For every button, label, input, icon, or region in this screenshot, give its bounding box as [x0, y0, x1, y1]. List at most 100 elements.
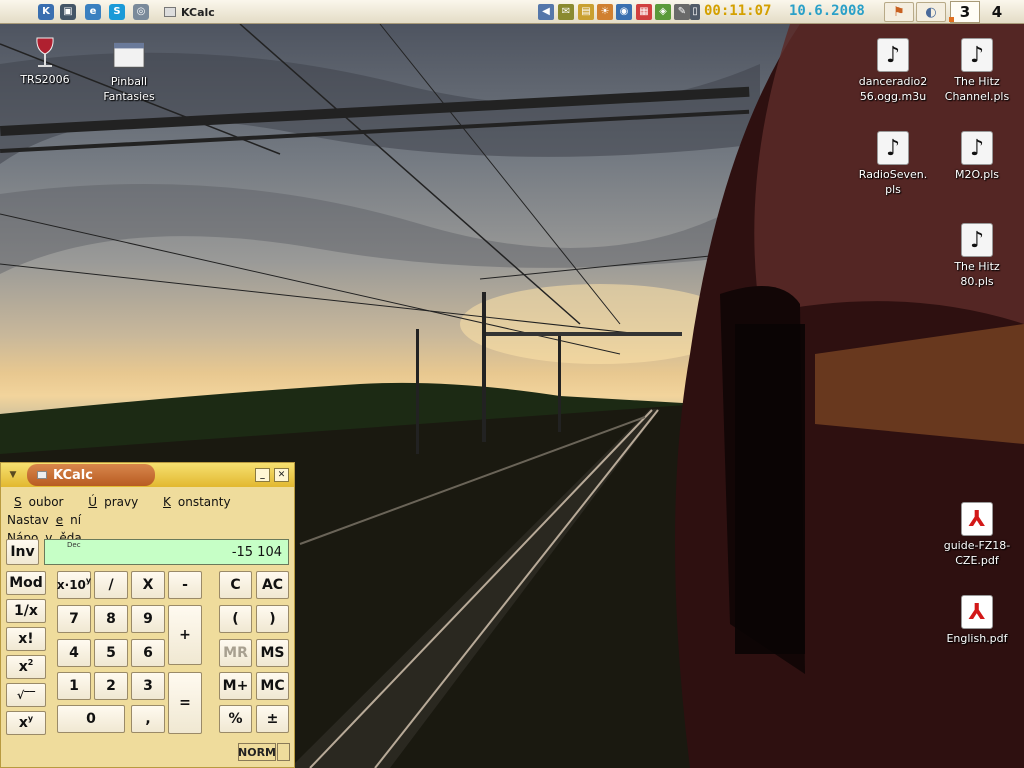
desktop-icon-label: guide-FZ18- CZE.pdf — [943, 539, 1011, 567]
memory-plus-button[interactable]: M+ — [219, 672, 252, 700]
desktop-icon-english-pdf[interactable]: ⅄ English.pdf — [932, 595, 1022, 646]
minimize-icon: _ — [260, 470, 265, 480]
clear-button[interactable]: C — [219, 571, 252, 599]
desktop-icon-radioseven[interactable]: ♪ RadioSeven. pls — [848, 131, 938, 197]
menu-konstanty[interactable]: Konstanty — [156, 495, 238, 509]
mod-button[interactable]: Mod — [6, 571, 46, 595]
taskbar-item-label: KCalc — [181, 5, 215, 19]
korganizer-icon[interactable]: ▦ — [636, 4, 652, 20]
kcalc-title-icon — [37, 471, 47, 479]
top-panel: K ▣ e S ◎ KCalc ◀ ✉ ▤ ☀ ◉ ▦ ◈ ✎ ▯ 00:11:… — [0, 0, 1024, 24]
comma-button[interactable]: , — [131, 705, 165, 733]
desktop-icon-label: RadioSeven. pls — [858, 168, 928, 196]
menu-nastaveni[interactable]: Nastav e ní — [7, 513, 88, 527]
desktop-icon-pinball-fantasies[interactable]: Pinball Fantasies — [84, 38, 174, 104]
digit-6-button[interactable]: 6 — [131, 639, 165, 667]
kcalc-app-icon: ◐ — [925, 4, 937, 20]
panel-app-kcalc[interactable]: ◐ — [916, 2, 946, 22]
music-file-icon: ♪ — [961, 223, 993, 257]
kcalc-icon — [164, 7, 176, 17]
divide-button[interactable]: / — [94, 571, 128, 599]
close-button[interactable]: ✕ — [274, 468, 289, 482]
pager-desktop-4[interactable]: 4 — [982, 1, 1012, 23]
display-value: -15 104 — [231, 545, 282, 560]
speaker-icon[interactable]: ◀ — [538, 4, 554, 20]
factorial-button[interactable]: x! — [6, 627, 46, 651]
desktop-icon-the-hitz-channel[interactable]: ♪ The Hitz Channel.pls — [932, 38, 1022, 104]
wine-glass-icon — [29, 36, 61, 70]
clock-date[interactable]: 10.6.2008 — [789, 3, 865, 19]
updater-icon[interactable]: ✎ — [674, 4, 690, 20]
desktop-icon-label: Pinball Fantasies — [103, 75, 155, 103]
menu-soubor[interactable]: Soubor — [7, 495, 70, 509]
digit-1-button[interactable]: 1 — [57, 672, 91, 700]
multiply-button[interactable]: X — [131, 571, 165, 599]
music-file-icon: ♪ — [961, 38, 993, 72]
percent-button[interactable]: % — [219, 705, 252, 733]
menu-upravy[interactable]: Úpravy — [81, 495, 145, 509]
desktop-icon-label: The Hitz 80.pls — [954, 260, 1000, 288]
status-extra — [277, 743, 290, 761]
desktop-icon-label: The Hitz Channel.pls — [944, 75, 1010, 103]
clock-time[interactable]: 00:11:07 — [704, 3, 771, 19]
taskbar-item-kcalc[interactable]: KCalc — [160, 3, 221, 21]
pager-desktop-3[interactable]: 3 — [950, 1, 980, 23]
kcalc-titlebar[interactable]: ▼ KCalc _ ✕ — [1, 463, 294, 487]
all-clear-button[interactable]: AC — [256, 571, 289, 599]
pager-active-marker — [949, 17, 954, 22]
status-norm: NORM — [238, 743, 276, 761]
desktop-icon-trs2006[interactable]: TRS2006 — [0, 36, 90, 87]
desktop-icon-m2o[interactable]: ♪ M2O.pls — [932, 131, 1022, 182]
digit-4-button[interactable]: 4 — [57, 639, 91, 667]
music-file-icon: ♪ — [877, 131, 909, 165]
pdf-file-icon: ⅄ — [961, 595, 993, 629]
kcalc-window: ▼ KCalc _ ✕ Soubor Úpravy Konstanty Nast… — [0, 462, 295, 768]
minimize-button[interactable]: _ — [255, 468, 270, 482]
window-menu-icon[interactable]: ▼ — [6, 468, 20, 482]
memory-store-button[interactable]: MS — [256, 639, 289, 667]
open-paren-button[interactable]: ( — [219, 605, 252, 633]
close-icon: ✕ — [277, 470, 286, 480]
panel-app-konqueror[interactable]: ⚑ — [884, 2, 914, 22]
desktop-icon-label: M2O.pls — [955, 168, 999, 181]
minus-button[interactable]: - — [168, 571, 202, 599]
digit-8-button[interactable]: 8 — [94, 605, 128, 633]
keyboard-layout-icon[interactable]: ◈ — [655, 4, 671, 20]
power-button[interactable]: xy — [6, 711, 46, 735]
skype-icon[interactable]: S — [109, 4, 125, 20]
inv-button[interactable]: Inv — [6, 539, 39, 565]
konqueror-icon[interactable]: e — [85, 4, 101, 20]
system-icon[interactable]: ◎ — [133, 4, 149, 20]
network-icon[interactable]: ◉ — [616, 4, 632, 20]
desktop-icon-guide-fz18[interactable]: ⅄ guide-FZ18- CZE.pdf — [932, 502, 1022, 568]
klipper-icon[interactable]: ✉ — [558, 4, 574, 20]
desktop-icon-label: danceradio2 56.ogg.m3u — [858, 75, 928, 103]
desktop-icon-the-hitz-80[interactable]: ♪ The Hitz 80.pls — [932, 223, 1022, 289]
exp-button[interactable]: x·10 y — [57, 571, 91, 599]
square-button[interactable]: x2 — [6, 655, 46, 679]
digit-5-button[interactable]: 5 — [94, 639, 128, 667]
plus-minus-button[interactable]: ± — [256, 705, 289, 733]
memory-recall-button[interactable]: MR — [219, 639, 252, 667]
equals-button[interactable]: = — [168, 672, 202, 734]
music-file-icon: ♪ — [877, 38, 909, 72]
sqrt-button[interactable]: √‾‾ — [6, 683, 46, 707]
digit-7-button[interactable]: 7 — [57, 605, 91, 633]
kde-menu-icon[interactable]: K — [38, 4, 54, 20]
plus-button[interactable]: + — [168, 605, 202, 665]
digit-0-button[interactable]: 0 — [57, 705, 125, 733]
digit-2-button[interactable]: 2 — [94, 672, 128, 700]
desktop-icon-danceradio[interactable]: ♪ danceradio2 56.ogg.m3u — [848, 38, 938, 104]
pdf-file-icon: ⅄ — [961, 502, 993, 536]
close-paren-button[interactable]: ) — [256, 605, 289, 633]
battery-icon[interactable]: ▯ — [690, 4, 700, 20]
memory-clear-button[interactable]: MC — [256, 672, 289, 700]
digit-3-button[interactable]: 3 — [131, 672, 165, 700]
calculator-display: Dec -15 104 — [44, 539, 289, 565]
reciprocal-button[interactable]: 1/x — [6, 599, 46, 623]
weather-icon[interactable]: ☀ — [597, 4, 613, 20]
notes-icon[interactable]: ▤ — [578, 4, 594, 20]
terminal-icon[interactable]: ▣ — [60, 4, 76, 20]
kcalc-title-tab[interactable]: KCalc — [27, 464, 155, 486]
digit-9-button[interactable]: 9 — [131, 605, 165, 633]
